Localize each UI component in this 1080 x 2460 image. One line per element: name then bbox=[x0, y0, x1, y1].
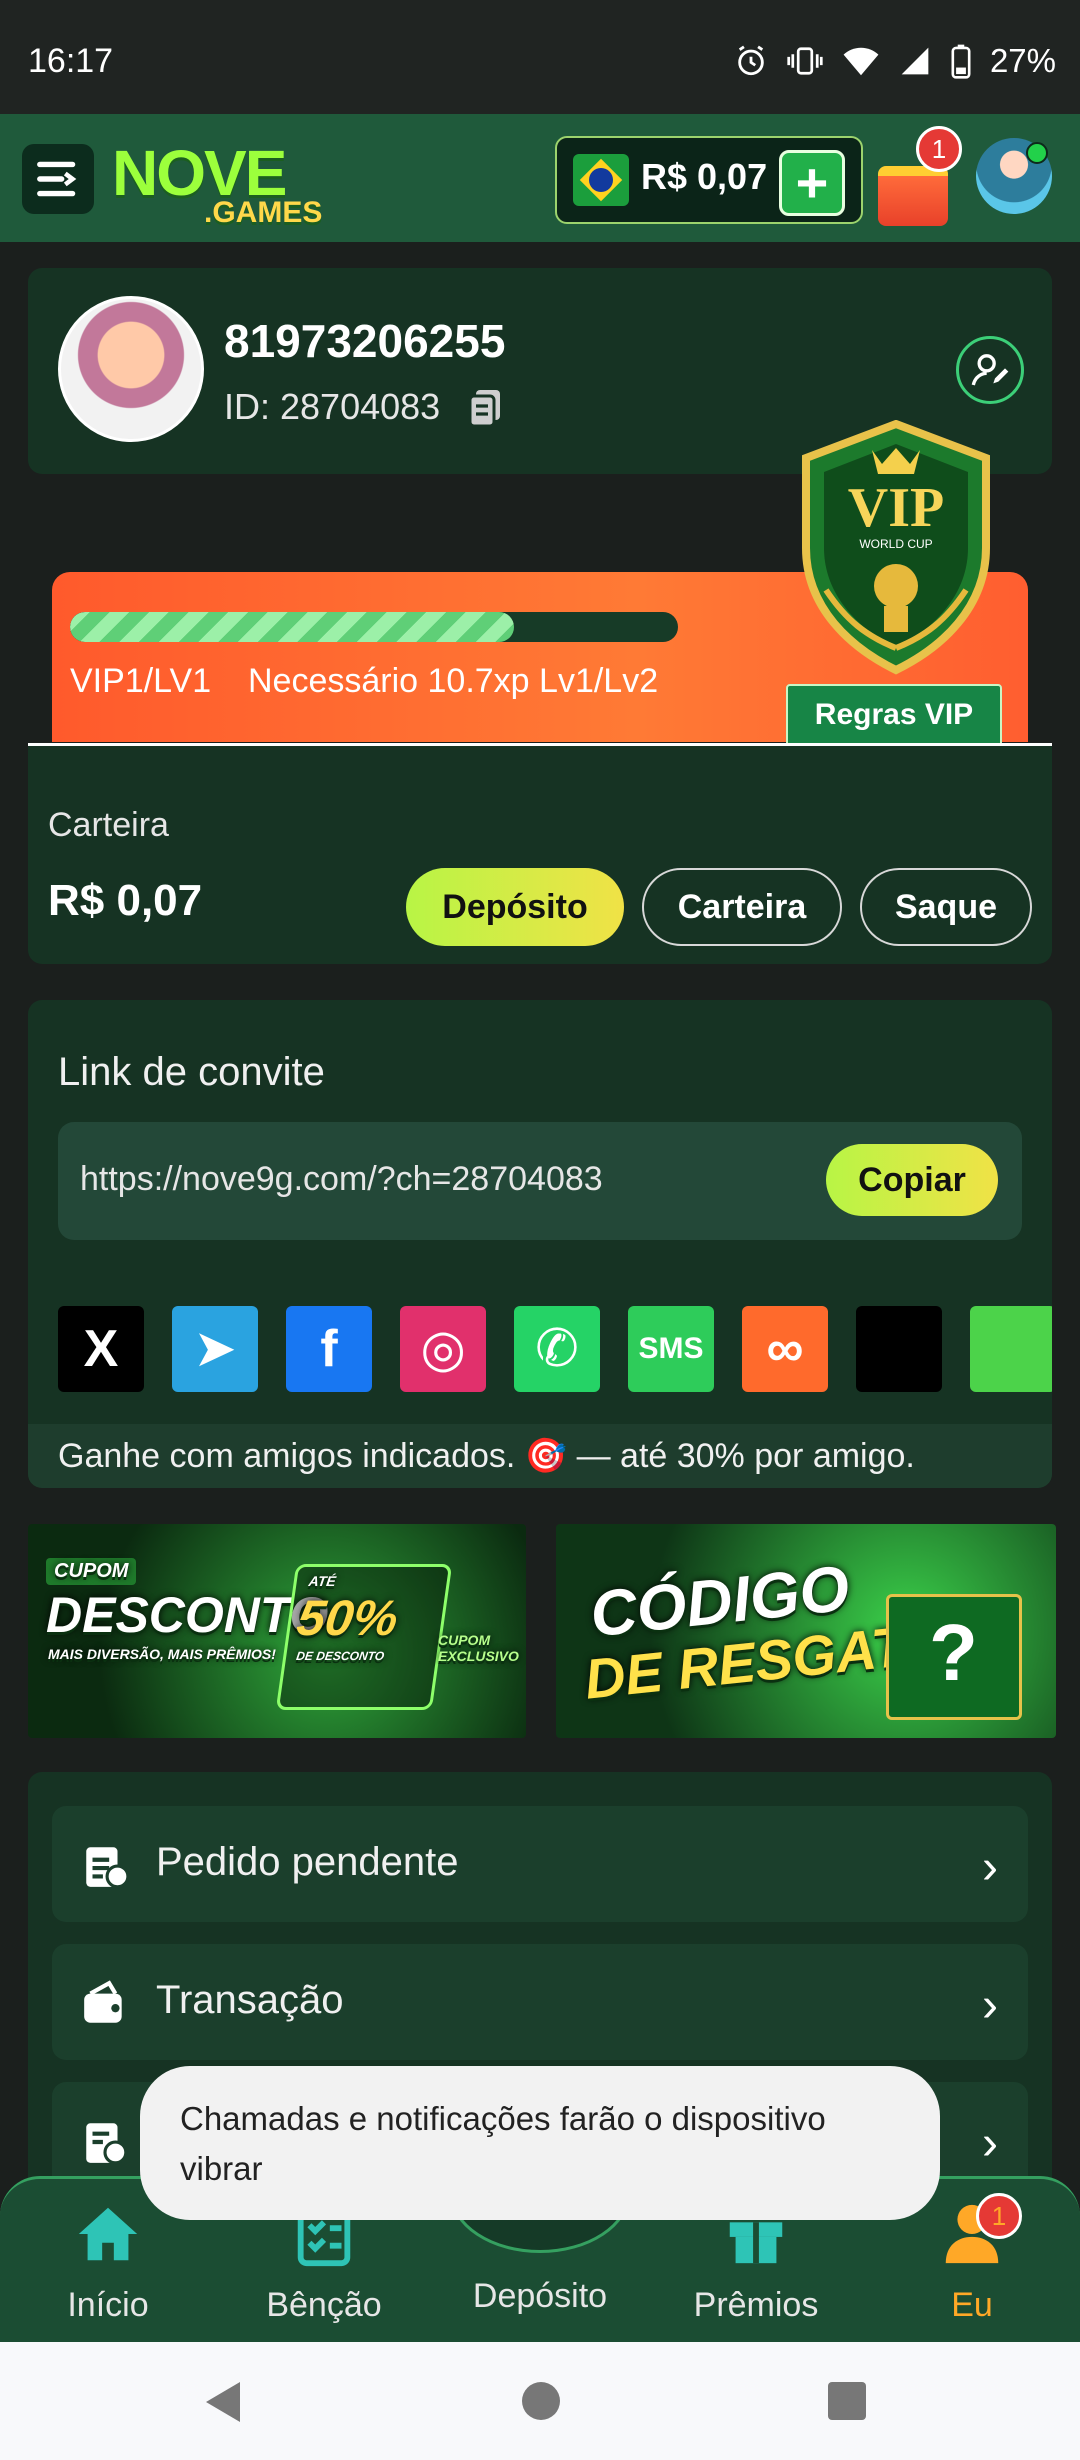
home-button-icon[interactable] bbox=[522, 2382, 560, 2420]
battery-icon bbox=[951, 44, 971, 79]
vip-rules-button[interactable]: Regras VIP bbox=[786, 684, 1002, 746]
nav-home[interactable]: Início bbox=[18, 2199, 198, 2325]
system-navigation-bar bbox=[0, 2342, 1080, 2460]
balance-pill[interactable]: R$ 0,07 + bbox=[555, 136, 863, 224]
coupon-subtitle: MAIS DIVERSÃO, MAIS PRÊMIOS! bbox=[48, 1646, 276, 1662]
nav-label: Início bbox=[67, 2286, 149, 2324]
gift-badge: 1 bbox=[916, 126, 962, 172]
history-icon bbox=[86, 2123, 128, 2165]
profile-username: 81973206255 bbox=[224, 315, 506, 367]
redeem-code-banner[interactable]: CÓDIGO DE RESGATE ? bbox=[556, 1524, 1056, 1738]
share-kwai-icon[interactable]: ∞ bbox=[742, 1306, 828, 1392]
coupon-exclusive: CUPOM EXCLUSIVO bbox=[438, 1632, 519, 1664]
share-facebook-icon[interactable]: f bbox=[286, 1306, 372, 1392]
menu-item-label: Transação bbox=[156, 1978, 344, 2022]
recents-icon[interactable] bbox=[828, 2382, 866, 2420]
vip-shield-text: VIP bbox=[848, 477, 944, 539]
share-x-icon[interactable]: X bbox=[58, 1306, 144, 1392]
online-indicator bbox=[1026, 142, 1048, 164]
vip-progress-fill bbox=[70, 612, 514, 642]
nav-label: Eu bbox=[951, 2286, 993, 2324]
app-logo[interactable]: NOVE .GAMES bbox=[112, 136, 322, 230]
wallet-icon bbox=[84, 1980, 122, 2023]
share-icons-row: X ➤ f ◎ ✆ SMS ∞ bbox=[58, 1306, 1052, 1394]
nav-label: Depósito bbox=[472, 2277, 608, 2315]
share-tiktok-icon[interactable] bbox=[856, 1306, 942, 1392]
share-instagram-icon[interactable]: ◎ bbox=[400, 1306, 486, 1392]
share-sms-icon[interactable]: SMS bbox=[628, 1306, 714, 1392]
invite-note: Ganhe com amigos indicados. 🎯 — até 30% … bbox=[28, 1424, 1052, 1488]
back-icon[interactable] bbox=[206, 2382, 240, 2422]
coupon-tag: CUPOM bbox=[46, 1558, 137, 1585]
deposit-button[interactable]: Depósito bbox=[406, 868, 624, 946]
chevron-right-icon: › bbox=[982, 1979, 998, 2032]
vip-requirement: Necessário 10.7xp Lv1/Lv2 bbox=[248, 662, 659, 700]
invite-title: Link de convite bbox=[58, 1050, 325, 1094]
coupon-pct-post: DE DESCONTO bbox=[295, 1649, 386, 1663]
share-app-icon[interactable] bbox=[970, 1306, 1052, 1392]
chevron-right-icon: › bbox=[982, 1841, 998, 1894]
menu-item-label: Pedido pendente bbox=[156, 1840, 459, 1884]
share-whatsapp-icon[interactable]: ✆ bbox=[514, 1306, 600, 1392]
add-funds-button[interactable]: + bbox=[779, 150, 845, 216]
withdraw-button[interactable]: Saque bbox=[860, 868, 1032, 946]
brazil-flag-icon bbox=[573, 154, 629, 206]
wallet-balance: R$ 0,07 bbox=[48, 876, 203, 925]
wallet-title: Carteira bbox=[48, 806, 169, 844]
signal-icon bbox=[901, 47, 929, 75]
wallet-button[interactable]: Carteira bbox=[642, 868, 842, 946]
toast-message: Chamadas e notificações farão o disposit… bbox=[140, 2066, 940, 2220]
vibrate-icon bbox=[787, 47, 823, 75]
profile-avatar[interactable] bbox=[58, 296, 204, 442]
mystery-gift-icon: ? bbox=[886, 1594, 1022, 1720]
chevron-right-icon: › bbox=[982, 2117, 998, 2170]
nav-deposit[interactable]: Depósito bbox=[450, 2277, 630, 2316]
alarm-icon bbox=[738, 45, 764, 76]
nav-me-badge: 1 bbox=[976, 2193, 1022, 2239]
invite-card: Link de convite https://nove9g.com/?ch=2… bbox=[28, 1000, 1052, 1488]
vip-level: VIP1/LV1 bbox=[70, 662, 212, 700]
plus-icon: + bbox=[795, 151, 829, 214]
status-bar: 16:17 27% bbox=[0, 0, 1080, 114]
profile-id: ID: 28704083 bbox=[224, 386, 441, 427]
copy-link-button[interactable]: Copiar bbox=[826, 1144, 998, 1216]
vip-shield-badge[interactable]: VIP WORLD CUP bbox=[786, 420, 1006, 680]
invite-url: https://nove9g.com/?ch=28704083 bbox=[80, 1160, 603, 1198]
invite-link-field: https://nove9g.com/?ch=28704083 Copiar bbox=[58, 1122, 1022, 1240]
coupon-pct: 50% bbox=[293, 1590, 402, 1646]
menu-icon bbox=[37, 161, 77, 197]
nav-label: Bênção bbox=[266, 2286, 382, 2324]
share-telegram-icon[interactable]: ➤ bbox=[172, 1306, 258, 1392]
vip-progress-bar bbox=[70, 612, 678, 642]
status-icons: 27% bbox=[734, 42, 1056, 80]
wifi-icon bbox=[843, 47, 879, 76]
nav-label: Prêmios bbox=[693, 2286, 819, 2324]
copy-id-icon[interactable] bbox=[468, 388, 504, 428]
chest-icon bbox=[878, 166, 948, 226]
coupon-ticket: ATÉ 50% DE DESCONTO bbox=[275, 1564, 453, 1710]
nav-me[interactable]: Eu 1 bbox=[882, 2193, 1062, 2325]
menu-button[interactable] bbox=[22, 144, 94, 214]
vip-shield-sub: WORLD CUP bbox=[859, 537, 932, 551]
gift-chest-button[interactable]: 1 bbox=[872, 126, 962, 226]
status-time: 16:17 bbox=[28, 42, 114, 80]
menu-item-transaction[interactable]: Transação › bbox=[52, 1944, 1028, 2060]
coupon-pct-pre: ATÉ bbox=[307, 1573, 337, 1589]
coupon-discount-banner[interactable]: CUPOM DESCONTO MAIS DIVERSÃO, MAIS PRÊMI… bbox=[28, 1524, 526, 1738]
pending-order-icon bbox=[86, 1847, 130, 1889]
menu-item-pending-order[interactable]: Pedido pendente › bbox=[52, 1806, 1028, 1922]
user-edit-icon bbox=[971, 354, 1009, 386]
header-balance: R$ 0,07 bbox=[641, 156, 768, 197]
logo-sub: .GAMES bbox=[204, 196, 323, 229]
edit-profile-button[interactable] bbox=[956, 336, 1024, 404]
home-icon bbox=[78, 2207, 138, 2261]
app-bar: NOVE .GAMES R$ 0,07 + 1 bbox=[0, 114, 1080, 242]
wallet-card: Carteira R$ 0,07 Depósito Carteira Saque bbox=[28, 746, 1052, 964]
battery-percent: 27% bbox=[989, 42, 1056, 79]
